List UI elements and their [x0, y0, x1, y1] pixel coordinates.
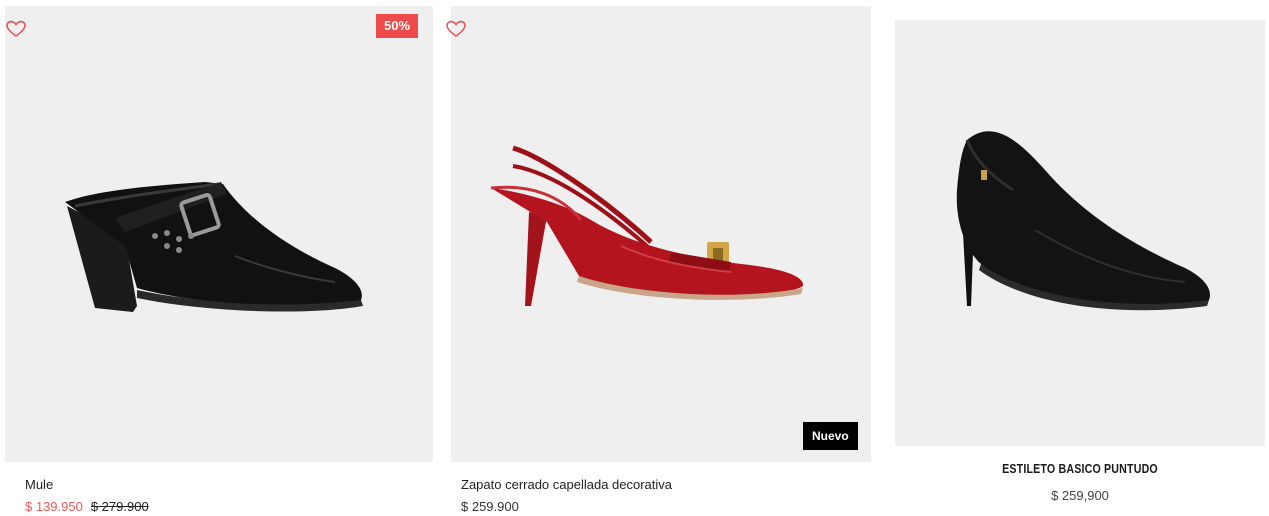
product-image-estileto[interactable]: [895, 20, 1265, 446]
product-name[interactable]: Zapato cerrado capellada decorativa: [461, 477, 672, 492]
product-price: $ 259,900: [1051, 488, 1109, 503]
original-price: $ 279.900: [90, 499, 149, 514]
product-price-row: $ 259.900: [461, 499, 519, 514]
new-badge: Nuevo: [803, 422, 858, 450]
product-name[interactable]: Mule: [25, 477, 53, 492]
product-price-row: $ 139.950 $ 279.900: [25, 499, 149, 514]
product-grid: 50% Mule $ 139.950 $ 279.900 Nuevo Zapat…: [0, 0, 1269, 516]
favorite-heart-icon[interactable]: [6, 20, 26, 38]
sale-price: $ 139.950: [25, 499, 83, 514]
product-card-mule[interactable]: 50% Mule $ 139.950 $ 279.900: [0, 0, 440, 516]
product-image-mule[interactable]: [5, 6, 433, 462]
product-price: $ 259.900: [461, 499, 519, 514]
favorite-heart-icon[interactable]: [446, 20, 466, 38]
black-mule-shoe-image: [65, 182, 363, 312]
product-card-zapato[interactable]: Nuevo Zapato cerrado capellada decorativ…: [446, 0, 886, 516]
red-slingback-pump-image: [490, 145, 804, 306]
product-name[interactable]: ESTILETO BASICO PUNTUDO: [928, 461, 1231, 476]
product-image-zapato[interactable]: Nuevo: [451, 6, 871, 462]
product-card-estileto[interactable]: ESTILETO BASICO PUNTUDO $ 259,900: [895, 0, 1265, 516]
black-stiletto-pump-image: [956, 131, 1210, 311]
discount-badge: 50%: [376, 14, 419, 38]
